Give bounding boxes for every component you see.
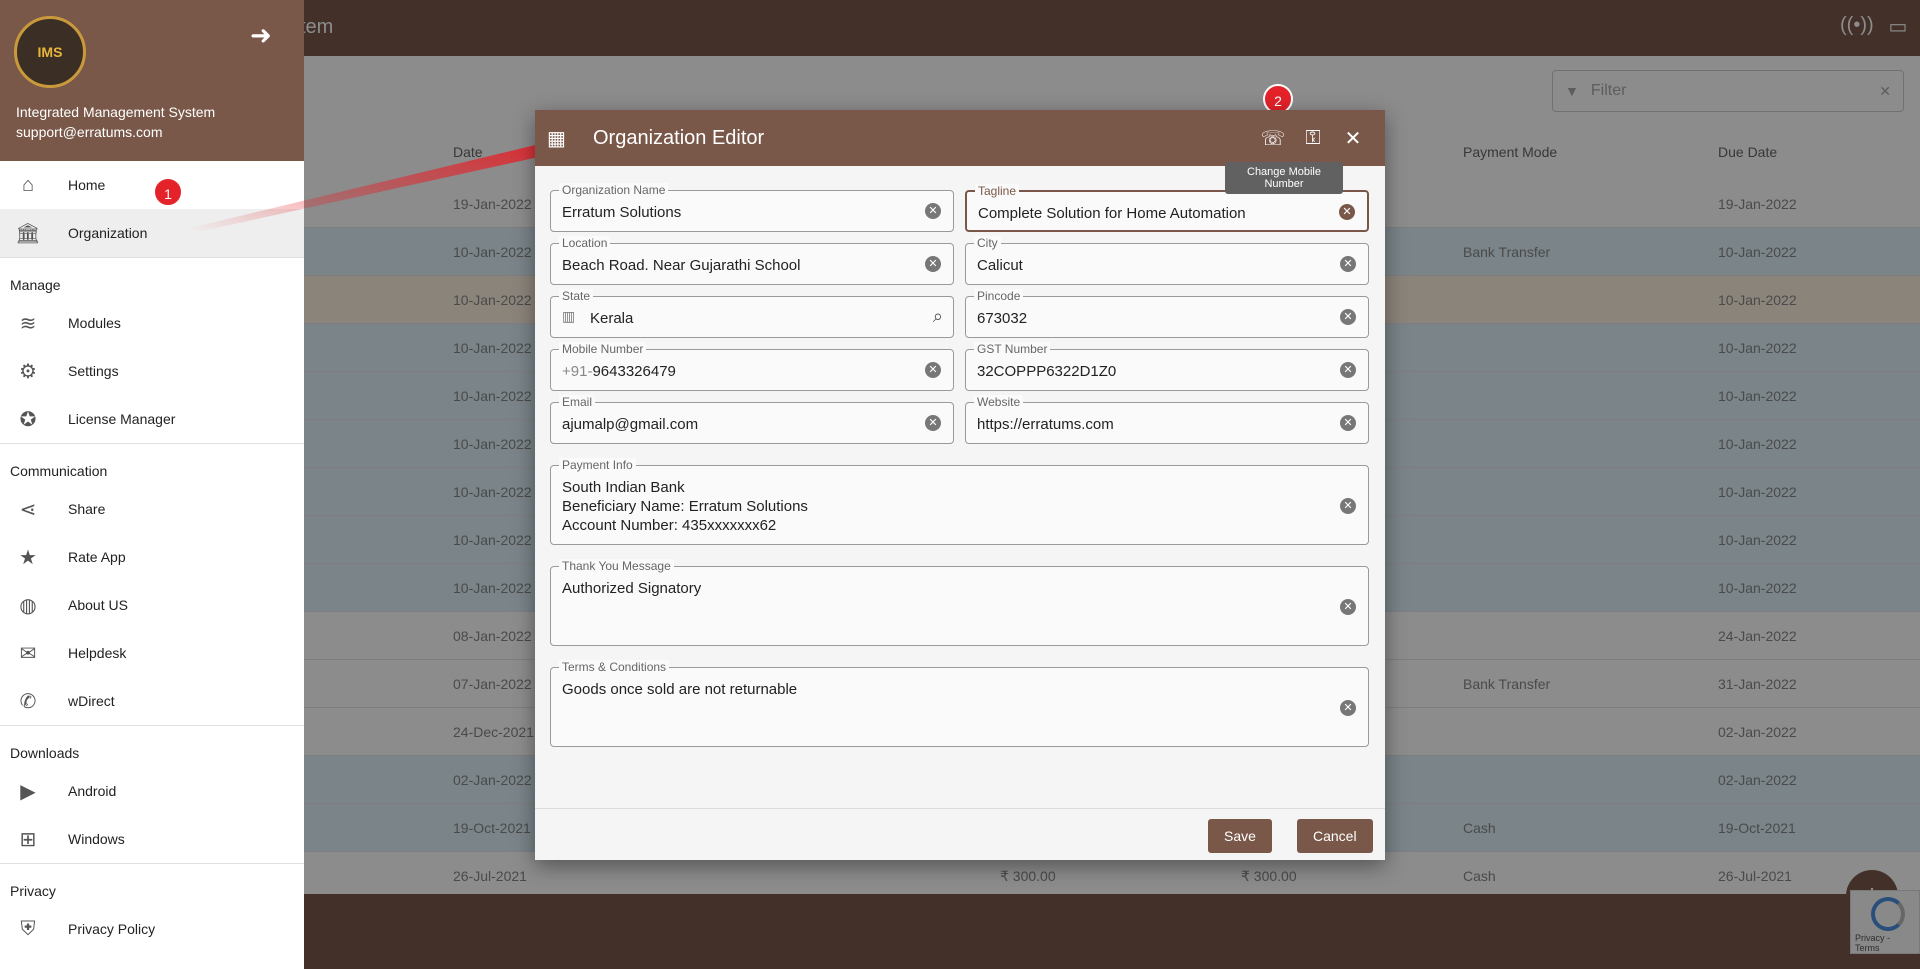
drawer-menu: ⌂ Home 🏛 Organization Manage ≋ Modules ⚙ Setting… [0,161,304,953]
windows-icon: ⊞ [19,828,37,851]
sidebar-section-title: Communication [0,443,304,485]
app-logo: IMS [14,16,86,88]
org-name: Integrated Management System [16,104,216,120]
sidebar-item-settings[interactable]: ⚙ Settings [0,347,304,395]
organization-name-field[interactable]: Organization Name Erratum Solutions ✕ [550,183,954,232]
sidebar-item-label: License Manager [68,411,176,427]
mobile-number-field[interactable]: Mobile Number +91-9643326479 ✕ [550,342,954,391]
state-field[interactable]: State ▥ Kerala ⌕ [550,289,954,338]
pincode-field[interactable]: Pincode 673032 ✕ [965,289,1369,338]
sidebar-section-title: Privacy [0,863,304,905]
clear-icon[interactable]: ✕ [1340,415,1356,431]
clear-icon[interactable]: ✕ [925,415,941,431]
close-icon[interactable]: ✕ [1333,126,1373,151]
cancel-button[interactable]: Cancel [1297,819,1373,853]
sidebar-item-organization[interactable]: 🏛 Organization [0,209,304,257]
clear-icon[interactable]: ✕ [1340,599,1356,615]
clear-icon[interactable]: ✕ [925,362,941,378]
tooltip: Change Mobile Number [1225,162,1343,194]
drawer-header: IMS ➜ Integrated Management System suppo… [0,0,304,161]
globe-icon: ◍ [19,594,37,617]
key-icon[interactable]: ⚿ [1293,127,1333,150]
whatsapp-icon: ✆ [19,690,37,713]
change-mobile-phone-icon[interactable]: ☏ [1253,126,1293,151]
sidebar-section-title: Downloads [0,725,304,767]
thank-you-message-field[interactable]: Thank You Message Authorized Signatory ✕ [550,559,1369,646]
save-button[interactable]: Save [1208,819,1272,853]
dialog-footer: Save Cancel [535,808,1385,860]
clear-icon[interactable]: ✕ [1340,498,1356,514]
gears-icon: ⚙ [19,360,37,383]
sidebar-item-label: Privacy Policy [68,921,156,937]
sidebar-item-label: wDirect [68,693,115,709]
step-badge-1: 1 [153,177,183,207]
sidebar-item-home[interactable]: ⌂ Home [0,161,304,209]
chat-icon: ✉ [19,642,37,665]
sidebar-item-label: Rate App [68,549,126,565]
sidebar-item-label: About US [68,597,128,613]
sidebar-item-label: Home [68,177,106,193]
clear-icon[interactable]: ✕ [1340,362,1356,378]
navigation-drawer: IMS ➜ Integrated Management System suppo… [0,0,304,969]
sidebar-item-wdirect[interactable]: ✆ wDirect [0,677,304,725]
terms-conditions-field[interactable]: Terms & Conditions Goods once sold are n… [550,660,1369,747]
dialog-header: ▦ Organization Editor ☏ ⚿ ✕ [535,110,1385,166]
clear-icon[interactable]: ✕ [1340,256,1356,272]
clear-icon[interactable]: ✕ [925,203,941,219]
location-field[interactable]: Location Beach Road. Near Gujarathi Scho… [550,236,954,285]
map-icon: ▥ [562,308,576,324]
star-icon: ★ [19,546,37,569]
building-icon: ▦ [547,127,566,150]
shield-icon: ⛨ [20,917,36,940]
gst-number-field[interactable]: GST Number 32COPPP6322D1Z0 ✕ [965,342,1369,391]
sidebar-item-label: Organization [68,225,148,241]
sidebar-item-label: Modules [68,315,121,331]
logout-icon[interactable]: ➜ [250,20,272,51]
sidebar-item-rate-app[interactable]: ★ Rate App [0,533,304,581]
sidebar-item-label: Windows [68,831,125,847]
email-field[interactable]: Email ajumalp@gmail.com ✕ [550,395,954,444]
sidebar-section-title: Manage [0,257,304,299]
share-icon: ⋖ [19,498,37,521]
sidebar-item-share[interactable]: ⋖ Share [0,485,304,533]
sidebar-item-modules[interactable]: ≋ Modules [0,299,304,347]
clear-icon[interactable]: ✕ [1339,204,1355,220]
sidebar-item-label: Android [68,783,117,799]
sidebar-item-label: Share [68,501,106,517]
clear-icon[interactable]: ✕ [1340,700,1356,716]
city-field[interactable]: City Calicut ✕ [965,236,1369,285]
sidebar-item-about-us[interactable]: ◍ About US [0,581,304,629]
sidebar-item-windows[interactable]: ⊞ Windows [0,815,304,863]
layers-icon: ≋ [19,312,37,335]
clear-icon[interactable]: ✕ [1340,309,1356,325]
website-field[interactable]: Website https://erratums.com ✕ [965,395,1369,444]
search-icon[interactable]: ⌕ [933,306,943,327]
sidebar-item-helpdesk[interactable]: ✉ Helpdesk [0,629,304,677]
sidebar-item-license-manager[interactable]: ✪ License Manager [0,395,304,443]
play-store-icon: ▶ [20,780,36,803]
payment-info-field[interactable]: Payment Info South Indian Bank Beneficia… [550,458,1369,545]
bank-icon: 🏛 [15,222,41,245]
tagline-field[interactable]: Tagline Complete Solution for Home Autom… [965,184,1369,232]
organization-editor-dialog: ▦ Organization Editor ☏ ⚿ ✕ Organization… [535,110,1385,860]
dialog-title: Organization Editor [593,126,765,149]
sidebar-item-label: Helpdesk [68,645,127,661]
sidebar-item-privacy-policy[interactable]: ⛨ Privacy Policy [0,905,304,953]
clear-icon[interactable]: ✕ [925,256,941,272]
sidebar-item-label: Settings [68,363,119,379]
award-icon: ✪ [19,408,37,431]
sidebar-item-android[interactable]: ▶ Android [0,767,304,815]
org-email: support@erratums.com [16,124,163,140]
home-icon: ⌂ [21,173,35,196]
